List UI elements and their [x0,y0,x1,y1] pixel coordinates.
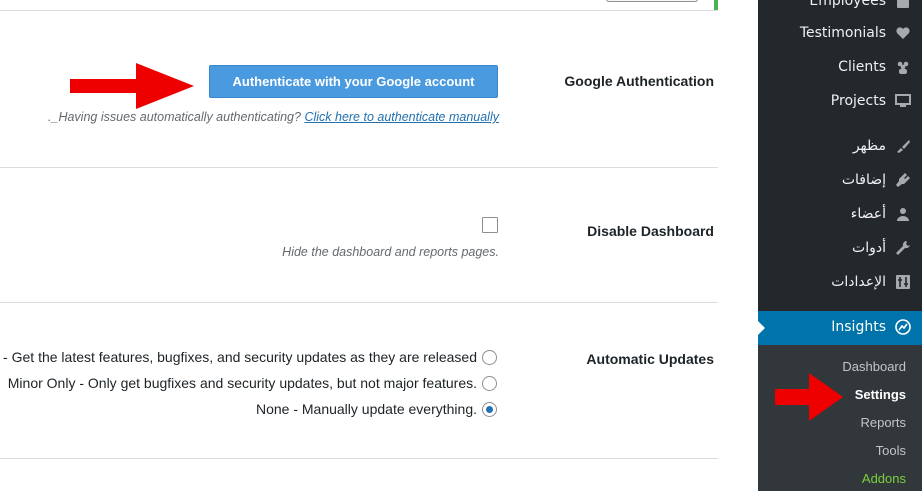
sidebar-item-settings[interactable]: الإعدادات [831,273,912,291]
divider [0,458,718,459]
insights-icon [894,318,912,336]
google-auth-help-text: Having issues automatically authenticati… [58,110,305,124]
submenu-item-settings[interactable]: Settings [855,387,906,402]
submenu-item-dashboard[interactable]: Dashboard [842,359,906,374]
plugin-icon [894,171,912,189]
update-option-minor-label: Minor Only - Only get bugfixes and secur… [7,375,477,391]
active-indicator [758,321,765,335]
sidebar-item-label: Testimonials [799,25,886,41]
sidebar-item-label: أعضاء [850,206,886,222]
sidebar-item-label: Projects [830,93,886,109]
employees-icon [894,0,912,10]
sidebar-item-insights-label[interactable]: Insights [831,318,912,336]
clients-icon [894,58,912,76]
update-option-all-label: All - Get the latest features, bugfixes,… [0,349,477,365]
notice-edge [714,0,718,10]
submenu-item-reports[interactable]: Reports [860,415,906,430]
sidebar-item-label: Employees [809,0,886,9]
sidebar-item-projects[interactable]: Projects [831,92,912,110]
update-option-all[interactable]: All - Get the latest features, bugfixes,… [0,349,497,365]
update-option-none-radio[interactable] [482,401,497,417]
divider [0,167,718,168]
submenu-item-addons[interactable]: Addons [862,471,906,486]
update-option-minor-radio[interactable] [482,375,497,391]
sidebar-item-employees[interactable]: Employees [809,0,912,10]
settings-icon [894,273,912,291]
red-arrow-icon [70,63,194,109]
disable-dashboard-label: Disable Dashboard [587,223,714,239]
sidebar-item-users[interactable]: أعضاء [851,205,912,223]
sidebar-item-plugins[interactable]: إضافات [842,171,912,189]
red-arrow-icon [775,373,843,421]
sidebar-item-label: Insights [831,319,886,335]
google-auth-label: Google Authentication [564,73,714,89]
divider [0,302,718,303]
update-option-none-label: None - Manually update everything. [255,401,477,417]
brush-icon [894,137,912,155]
update-option-minor[interactable]: Minor Only - Only get bugfixes and secur… [8,375,497,391]
disable-dashboard-checkbox[interactable] [482,217,498,233]
sidebar-item-label: إضافات [841,172,886,188]
google-auth-help: ._Having issues automatically authentica… [48,110,499,124]
divider [0,10,718,11]
sidebar-item-tools[interactable]: أدوات [852,239,912,257]
heart-icon [894,24,912,42]
sidebar-item-label: أدوات [852,240,886,256]
sidebar-item-label: Clients [838,59,886,75]
sidebar-item-testimonials[interactable]: Testimonials [800,24,912,42]
disable-dashboard-help: Hide the dashboard and reports pages. [282,245,499,259]
update-option-none[interactable]: None - Manually update everything. [256,401,497,417]
sidebar-item-clients[interactable]: Clients [838,58,912,76]
sidebar-item-label: الإعدادات [831,274,886,290]
google-auth-help-suffix: ._ [48,110,59,124]
top-save-button-edge[interactable] [606,0,698,2]
monitor-icon [894,92,912,110]
update-option-all-radio[interactable] [482,349,497,365]
sidebar-item-label: مظهر [852,138,886,154]
authenticate-google-button[interactable]: Authenticate with your Google account [209,65,498,98]
submenu-item-tools[interactable]: Tools [876,443,906,458]
sidebar-item-appearance[interactable]: مظهر [853,137,912,155]
wrench-icon [894,239,912,257]
authenticate-manually-link[interactable]: Click here to authenticate manually [304,110,499,124]
automatic-updates-label: Automatic Updates [586,351,714,367]
user-icon [894,205,912,223]
